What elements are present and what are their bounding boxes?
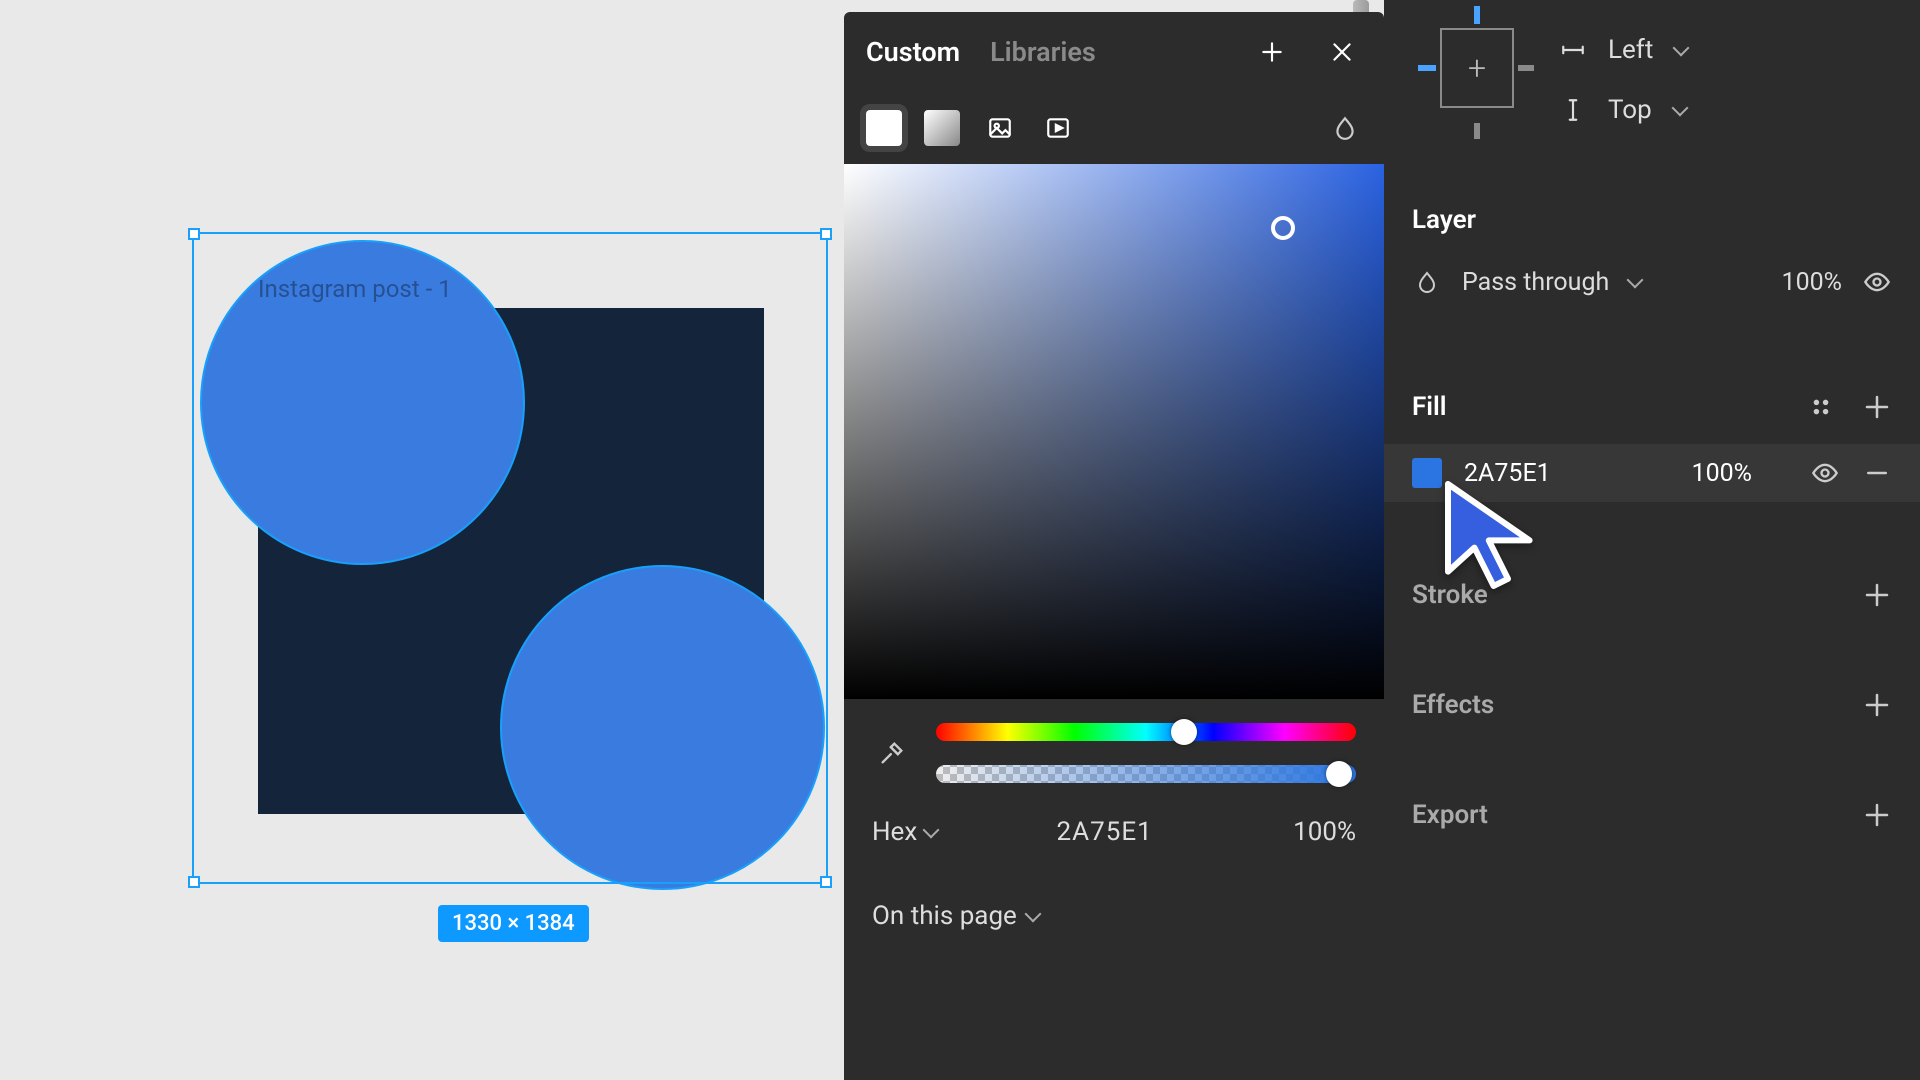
- selection-dimensions-badge: 1330 × 1384: [438, 905, 589, 942]
- color-format-dropdown[interactable]: Hex: [872, 817, 943, 847]
- export-title: Export: [1412, 800, 1488, 830]
- minus-icon: [1862, 458, 1892, 488]
- hex-input[interactable]: 2A75E1: [961, 817, 1248, 847]
- horizontal-constraint-icon: [1560, 37, 1586, 63]
- blend-mode-icon[interactable]: [1412, 267, 1442, 297]
- constraint-tick-right[interactable]: [1518, 65, 1534, 71]
- color-format-label: Hex: [872, 817, 917, 847]
- selection-outline[interactable]: [192, 232, 828, 884]
- paint-type-video[interactable]: [1040, 110, 1076, 146]
- vertical-constraint-icon: [1560, 97, 1586, 123]
- video-icon: [1045, 115, 1071, 141]
- vertical-constraint-dropdown[interactable]: Top: [1560, 95, 1693, 125]
- saturation-value-area[interactable]: [844, 164, 1384, 699]
- on-this-page-label: On this page: [872, 901, 1017, 931]
- fill-swatch[interactable]: [1412, 458, 1442, 488]
- close-icon: [1329, 39, 1355, 65]
- on-this-page-section[interactable]: On this page: [844, 873, 1384, 959]
- stroke-section: Stroke: [1384, 580, 1920, 610]
- alpha-slider[interactable]: [936, 765, 1356, 783]
- constraint-tick-bottom[interactable]: [1474, 123, 1480, 139]
- constraints-area: + Left Top: [1412, 0, 1693, 145]
- paint-type-solid[interactable]: [866, 110, 902, 146]
- eye-icon: [1863, 268, 1891, 296]
- plus-icon: [1862, 580, 1892, 610]
- chevron-down-icon: [1675, 41, 1693, 59]
- fill-hex-input[interactable]: 2A75E1: [1464, 459, 1551, 488]
- fill-visibility-toggle[interactable]: [1810, 458, 1840, 488]
- droplet-icon: [1332, 115, 1358, 141]
- add-stroke-button[interactable]: [1862, 580, 1892, 610]
- add-fill-button[interactable]: [1862, 392, 1892, 422]
- plus-icon: [1862, 690, 1892, 720]
- fill-section: Fill 2A75E1 100%: [1384, 392, 1920, 488]
- fill-row: 2A75E1 100%: [1412, 458, 1892, 488]
- constraints-widget[interactable]: +: [1412, 0, 1532, 145]
- effects-title: Effects: [1412, 690, 1494, 720]
- paint-type-gradient[interactable]: [924, 110, 960, 146]
- effects-section: Effects: [1384, 690, 1920, 720]
- plus-icon: [1259, 39, 1285, 65]
- remove-fill-button[interactable]: [1862, 458, 1892, 488]
- color-picker-tabs: Custom Libraries: [844, 12, 1384, 92]
- layer-section: Layer Pass through 100%: [1384, 205, 1920, 297]
- horizontal-constraint-dropdown[interactable]: Left: [1560, 35, 1693, 65]
- selection-handle-br[interactable]: [820, 876, 832, 888]
- constraint-box[interactable]: +: [1440, 28, 1514, 108]
- four-dots-icon: [1810, 396, 1832, 418]
- constraint-tick-left[interactable]: [1418, 65, 1436, 71]
- plus-icon: +: [1468, 49, 1486, 87]
- vertical-constraint-label: Top: [1608, 95, 1652, 125]
- constraint-tick-top[interactable]: [1474, 6, 1480, 24]
- color-value-row: Hex 2A75E1 100%: [844, 791, 1384, 873]
- selection-handle-bl[interactable]: [188, 876, 200, 888]
- chevron-down-icon: [925, 823, 943, 841]
- droplet-icon: [1415, 270, 1439, 294]
- chevron-down-icon: [1027, 907, 1045, 925]
- hue-slider[interactable]: [936, 723, 1356, 741]
- eye-icon: [1811, 459, 1839, 487]
- add-effect-button[interactable]: [1862, 690, 1892, 720]
- eyedropper-icon: [878, 739, 906, 767]
- fill-title: Fill: [1412, 392, 1447, 422]
- fill-opacity-input[interactable]: 100%: [1692, 459, 1752, 488]
- selection-handle-tr[interactable]: [820, 228, 832, 240]
- layer-opacity-input[interactable]: 100%: [1782, 268, 1842, 297]
- sv-handle[interactable]: [1271, 216, 1295, 240]
- plus-icon: [1862, 800, 1892, 830]
- close-panel-button[interactable]: [1322, 32, 1362, 72]
- hue-handle[interactable]: [1171, 719, 1197, 745]
- chevron-down-icon: [1674, 101, 1692, 119]
- opacity-input[interactable]: 100%: [1266, 817, 1356, 847]
- add-color-style-button[interactable]: [1252, 32, 1292, 72]
- blend-mode-toggle[interactable]: [1328, 111, 1362, 145]
- image-icon: [987, 115, 1013, 141]
- layer-title: Layer: [1412, 205, 1476, 235]
- tab-custom[interactable]: Custom: [866, 36, 960, 68]
- add-export-button[interactable]: [1862, 800, 1892, 830]
- alpha-handle[interactable]: [1326, 761, 1352, 787]
- paint-type-row: [844, 92, 1384, 164]
- stroke-title: Stroke: [1412, 580, 1488, 610]
- plus-icon: [1862, 392, 1892, 422]
- eyedropper-button[interactable]: [872, 733, 912, 773]
- horizontal-constraint-label: Left: [1608, 35, 1653, 65]
- properties-panel: + Left Top Layer Pass through: [1384, 0, 1920, 1080]
- style-library-button[interactable]: [1806, 392, 1836, 422]
- color-picker-panel: Custom Libraries: [844, 12, 1384, 1080]
- blend-mode-dropdown[interactable]: Pass through: [1462, 268, 1609, 297]
- export-section: Export: [1384, 800, 1920, 830]
- selection-handle-tl[interactable]: [188, 228, 200, 240]
- tab-libraries[interactable]: Libraries: [990, 36, 1096, 68]
- chevron-down-icon: [1629, 273, 1647, 291]
- layer-visibility-toggle[interactable]: [1862, 267, 1892, 297]
- paint-type-image[interactable]: [982, 110, 1018, 146]
